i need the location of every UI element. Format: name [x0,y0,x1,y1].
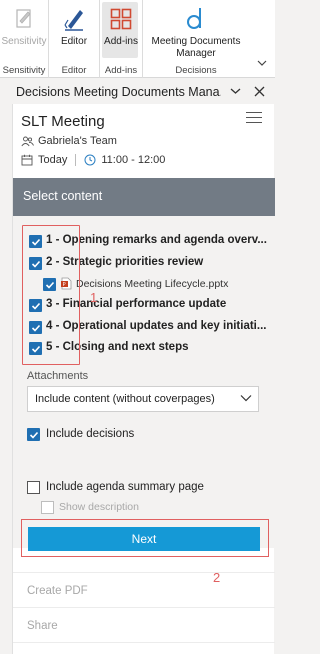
attachments-label: Attachments [27,370,89,382]
menu-hamburger-icon[interactable] [246,112,262,127]
meeting-documents-manager-label: Meeting Documents Manager [151,36,241,59]
sensitivity-button[interactable]: Sensitivity [1,4,47,48]
editor-button[interactable]: Editor [53,4,95,48]
annotation-number-1: 1 [90,290,98,305]
editor-group-label: Editor [61,65,87,76]
task-pane-body: SLT Meeting Gabriela's Team Today 11:00 … [12,104,275,654]
divider [13,572,275,573]
sensitivity-group-label: Sensitivity [2,65,46,76]
show-description-checkbox[interactable] [41,501,54,514]
meeting-date: Today [38,154,68,166]
addins-label: Add-ins [104,36,138,47]
pane-close-icon[interactable] [254,82,265,101]
clock-icon [84,154,96,166]
sensitivity-label: Sensitivity [1,36,47,47]
addins-grid-icon [107,4,135,34]
decisions-logo-icon [182,4,210,34]
show-description-label: Show description [59,501,139,513]
editor-pen-icon [60,4,88,34]
ribbon-group-addins: Add-ins Add-ins [100,0,143,78]
pane-options-chevron-icon[interactable] [230,84,241,98]
sensitivity-icon [10,4,38,34]
include-decisions-checkbox[interactable] [27,428,40,441]
ribbon: Sensitivity Sensitivity Editor Editor Ad… [0,0,275,78]
ribbon-group-decisions: Meeting Documents Manager Decisions [143,0,249,78]
agenda-item-4[interactable]: 4 - Operational updates and key initiati… [46,320,274,332]
select-content-label: Select content [23,189,103,203]
meeting-time: 11:00 - 12:00 [101,154,166,166]
divider [13,607,275,608]
editor-label: Editor [60,36,88,47]
include-summary-label: Include agenda summary page [46,481,204,493]
share-link[interactable]: Share [27,620,58,632]
select-content-bar: Select content [13,178,275,216]
include-summary-checkbox[interactable] [27,481,40,494]
meeting-documents-manager-button[interactable]: Meeting Documents Manager [147,4,245,60]
divider [13,642,275,643]
annotation-box-1 [22,225,80,365]
dropdown-chevron-icon [240,395,252,402]
addins-group-label: Add-ins [104,65,138,76]
meeting-title: SLT Meeting [21,113,105,130]
agenda-item-1[interactable]: 1 - Opening remarks and agenda overv... [46,234,274,246]
time-row: Today 11:00 - 12:00 [21,154,165,166]
time-separator [75,154,77,166]
team-row: Gabriela's Team [21,135,117,147]
addins-button[interactable]: Add-ins [102,4,140,48]
decisions-group-label: Decisions [175,65,217,76]
attachments-dropdown[interactable]: Include content (without coverpages) [27,386,259,412]
team-name: Gabriela's Team [38,135,117,147]
ribbon-group-editor: Editor Editor [49,0,100,78]
team-people-icon [21,136,34,146]
ribbon-expand-chevron-icon[interactable] [257,58,267,69]
calendar-icon [21,154,33,166]
next-button[interactable]: Next [28,527,260,551]
task-pane-header: Decisions Meeting Documents Mana... [0,82,275,104]
attachments-dropdown-value: Include content (without coverpages) [35,393,215,405]
include-decisions-label: Include decisions [46,428,135,440]
create-pdf-link[interactable]: Create PDF [27,585,88,597]
attachment-file-name: Decisions Meeting Lifecycle.pptx [76,278,229,290]
ribbon-group-sensitivity: Sensitivity Sensitivity [0,0,49,78]
task-pane-title: Decisions Meeting Documents Mana... [16,85,221,99]
